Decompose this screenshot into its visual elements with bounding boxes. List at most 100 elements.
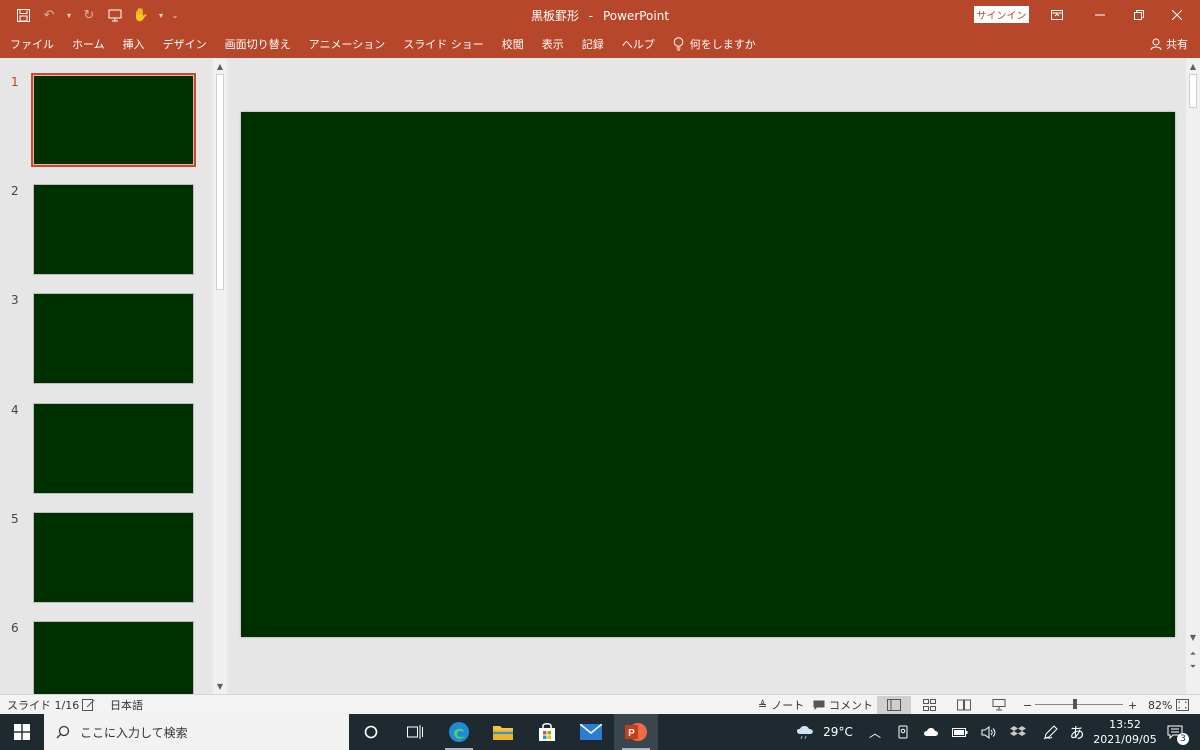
meet-now-button[interactable]: [892, 714, 914, 750]
next-slide-button[interactable]: ⏷: [1186, 660, 1200, 674]
volume-button[interactable]: [977, 714, 999, 750]
pen-workspace-button[interactable]: [1038, 714, 1062, 750]
file-explorer-button[interactable]: [481, 714, 525, 750]
tab-insert[interactable]: 挿入: [123, 36, 145, 52]
taskbar-search-box[interactable]: ここに入力して検索: [44, 714, 349, 750]
touch-mode-button[interactable]: ✋: [130, 4, 152, 26]
fit-to-window-button[interactable]: [1176, 695, 1189, 715]
scrollbar-thumb[interactable]: [216, 74, 224, 290]
signin-button[interactable]: サインイン: [974, 6, 1029, 23]
chevron-up-icon: ▲: [1189, 61, 1197, 71]
microsoft-store-button[interactable]: [525, 714, 569, 750]
notes-button[interactable]: ≜ ノート: [758, 695, 804, 715]
close-button[interactable]: [1154, 0, 1200, 30]
task-view-button[interactable]: [393, 714, 437, 750]
pen-icon: [1043, 724, 1058, 739]
weather-temperature[interactable]: 29°C: [818, 714, 858, 750]
tab-design[interactable]: デザイン: [163, 36, 207, 52]
undo-dropdown-button[interactable]: ▾: [64, 4, 74, 26]
slide-thumbnail[interactable]: [31, 73, 196, 167]
cloud-icon: [924, 728, 938, 736]
windows-logo-icon: [14, 724, 30, 740]
start-button[interactable]: [0, 714, 44, 750]
ime-mode-indicator[interactable]: あ: [1066, 714, 1088, 750]
cortana-button[interactable]: [349, 714, 393, 750]
slide-number: 5: [11, 512, 19, 526]
tab-help[interactable]: ヘルプ: [622, 36, 655, 52]
scroll-down-button[interactable]: ▼: [1186, 630, 1200, 644]
powerpoint-taskbar-button[interactable]: P: [614, 714, 658, 750]
zoom-in-button[interactable]: +: [1128, 695, 1137, 715]
battery-indicator[interactable]: [948, 714, 972, 750]
mail-button[interactable]: [569, 714, 613, 750]
zoom-level[interactable]: 82%: [1148, 695, 1172, 715]
ribbon-display-options-button[interactable]: [1034, 0, 1080, 30]
tell-me-search[interactable]: 何をしますか: [673, 36, 756, 52]
restore-icon: [1134, 10, 1144, 20]
comments-button[interactable]: コメント: [813, 695, 873, 715]
tab-animations[interactable]: アニメーション: [309, 36, 386, 52]
save-button[interactable]: [12, 4, 34, 26]
dropbox-button[interactable]: [1006, 714, 1030, 750]
zoom-slider[interactable]: [1035, 699, 1123, 709]
slide-show-view-button[interactable]: [982, 696, 1016, 714]
slide-sorter-view-button[interactable]: [912, 696, 946, 714]
slide-thumbnail[interactable]: [33, 621, 194, 694]
task-view-icon: [407, 725, 423, 739]
share-button[interactable]: 共有: [1150, 30, 1188, 58]
slide-editor: [230, 58, 1186, 694]
tab-view[interactable]: 表示: [542, 36, 564, 52]
tab-slide-show[interactable]: スライド ショー: [403, 36, 484, 52]
redo-button[interactable]: ↻: [78, 4, 100, 26]
slide-thumbnail-row[interactable]: 2: [0, 184, 210, 284]
slide-thumbnail-row[interactable]: 4: [0, 403, 210, 503]
reading-view-button[interactable]: [947, 696, 981, 714]
normal-view-button[interactable]: [877, 696, 911, 714]
slide-thumbnail-row[interactable]: 3: [0, 293, 210, 393]
zoom-slider-knob[interactable]: [1072, 699, 1077, 709]
slide-number: 4: [11, 403, 19, 417]
customize-toolbar-button[interactable]: ⌄: [170, 4, 180, 26]
slide-thumbnail-row[interactable]: 1: [0, 73, 210, 175]
show-hidden-icons-button[interactable]: ︿: [864, 714, 886, 750]
touch-mode-dropdown-button[interactable]: ▾: [156, 4, 166, 26]
title-bar: ↶ ▾ ↻ ✋ ▾ ⌄ 黒板罫形 - PowerPoint サインイン: [0, 0, 1200, 30]
tab-file[interactable]: ファイル: [10, 36, 54, 52]
previous-slide-button[interactable]: ⏶: [1186, 647, 1200, 661]
store-icon: [539, 723, 555, 741]
tab-review[interactable]: 校閲: [502, 36, 524, 52]
thumbnail-scrollbar[interactable]: ▲ ▼: [213, 58, 227, 694]
lightbulb-icon: [673, 37, 684, 51]
accessibility-check-button[interactable]: [82, 695, 95, 715]
slide-thumbnail-row[interactable]: 6: [0, 621, 210, 694]
current-slide-canvas[interactable]: [241, 112, 1175, 637]
language-indicator[interactable]: 日本語: [110, 695, 143, 715]
start-from-beginning-button[interactable]: [104, 4, 126, 26]
tab-record[interactable]: 記録: [582, 36, 604, 52]
onedrive-button[interactable]: [920, 714, 942, 750]
slide-thumbnail[interactable]: [33, 403, 194, 494]
scroll-down-button[interactable]: ▼: [213, 679, 227, 693]
slide-thumbnail[interactable]: [33, 293, 194, 384]
clock[interactable]: 13:52 2021/09/05: [1090, 717, 1160, 747]
scroll-up-button[interactable]: ▲: [1186, 59, 1200, 73]
undo-button[interactable]: ↶: [38, 4, 60, 26]
slide-thumbnail[interactable]: [33, 184, 194, 275]
slide-thumbnail[interactable]: [33, 512, 194, 603]
chevron-up-icon: ︿: [868, 725, 881, 740]
zoom-out-button[interactable]: −: [1023, 695, 1032, 715]
undo-icon: ↶: [43, 7, 55, 23]
tab-transitions[interactable]: 画面切り替え: [225, 36, 291, 52]
notification-center-button[interactable]: 3: [1160, 714, 1190, 750]
editor-scrollbar[interactable]: ▲ ▼ ⏶ ⏷: [1186, 58, 1200, 694]
edge-browser-button[interactable]: [437, 714, 481, 750]
presentation-icon: [108, 9, 122, 21]
tab-home[interactable]: ホーム: [72, 36, 105, 52]
notes-label: ノート: [771, 699, 805, 712]
slide-thumbnail-row[interactable]: 5: [0, 512, 210, 612]
windows-taskbar: ここに入力して検索 P 29°C ︿ あ 13:52 2021/09/05 3: [0, 714, 1200, 750]
weather-button[interactable]: [794, 714, 816, 750]
scroll-up-button[interactable]: ▲: [213, 59, 227, 73]
camera-icon: [898, 725, 908, 739]
scrollbar-thumb[interactable]: [1189, 74, 1197, 108]
